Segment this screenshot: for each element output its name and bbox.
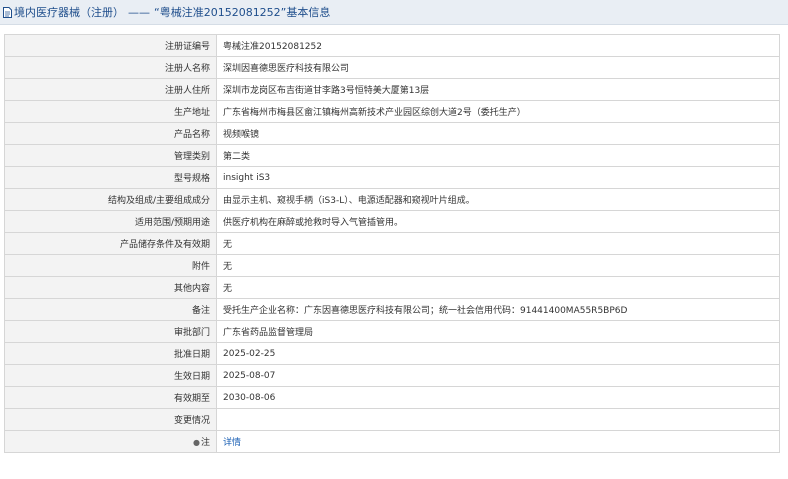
table-row: 审批部门 广东省药品监督管理局 (4, 320, 780, 343)
row-label: 产品名称 (4, 122, 217, 145)
row-value: 无 (216, 276, 780, 299)
header-separator: —— (128, 5, 150, 19)
row-label: 备注 (4, 298, 217, 321)
row-value: 视频喉镜 (216, 122, 780, 145)
row-value (216, 408, 780, 431)
header-subtitle: “粤械注准20152081252”基本信息 (154, 6, 331, 19)
row-label: 注册人名称 (4, 56, 217, 79)
table-row: 有效期至 2030-08-06 (4, 386, 780, 409)
table-row: 生效日期 2025-08-07 (4, 364, 780, 387)
table-row: 变更情况 (4, 408, 780, 431)
table-row: 管理类别 第二类 (4, 144, 780, 167)
row-label: 注册人住所 (4, 78, 217, 101)
details-link[interactable]: 详情 (223, 438, 241, 448)
row-value: 广东省梅州市梅县区畲江镇梅州高新技术产业园区综创大道2号（委托生产） (216, 100, 780, 123)
row-label: 管理类别 (4, 144, 217, 167)
row-label: 适用范围/预期用途 (4, 210, 217, 233)
table-row: 生产地址 广东省梅州市梅县区畲江镇梅州高新技术产业园区综创大道2号（委托生产） (4, 100, 780, 123)
row-label: 生产地址 (4, 100, 217, 123)
row-label: 其他内容 (4, 276, 217, 299)
row-label: 审批部门 (4, 320, 217, 343)
table-row: 型号规格 insight iS3 (4, 166, 780, 189)
row-value: 供医疗机构在麻醉或抢救时导入气管插管用。 (216, 210, 780, 233)
row-label: 有效期至 (4, 386, 217, 409)
detail-table-wrapper: 注册证编号 粤械注准20152081252 注册人名称 深圳因喜德思医疗科技有限公司注… (4, 34, 780, 453)
row-label: 型号规格 (4, 166, 217, 189)
row-value: 广东省药品监督管理局 (216, 320, 780, 343)
row-label: 注册证编号 (4, 34, 217, 57)
bulb-icon: ● (193, 438, 200, 447)
table-row: 附件无 (4, 254, 780, 277)
table-row: 批准日期 2025-02-25 (4, 342, 780, 365)
document-icon (3, 6, 12, 18)
row-value: 深圳市龙岗区布吉街道甘李路3号恒特美大厦第13层 (216, 78, 780, 101)
row-value: 2025-02-25 (216, 342, 780, 365)
page-header: 境内医疗器械（注册） —— “粤械注准20152081252”基本信息 (0, 0, 788, 25)
table-row: 其他内容无 (4, 276, 780, 299)
table-row: 产品名称 视频喉镜 (4, 122, 780, 145)
row-value: 2030-08-06 (216, 386, 780, 409)
table-row: 适用范围/预期用途 供医疗机构在麻醉或抢救时导入气管插管用。 (4, 210, 780, 233)
row-value: 受托生产企业名称：广东因喜德思医疗科技有限公司；统一社会信用代码：9144140… (216, 298, 780, 321)
row-value: 无 (216, 254, 780, 277)
header-title: 境内医疗器械（注册） (14, 6, 124, 19)
row-label: 产品储存条件及有效期 (4, 232, 217, 255)
row-value: 无 (216, 232, 780, 255)
table-row-note: ●注 详情 (4, 430, 780, 453)
detail-table: 注册证编号 粤械注准20152081252 注册人名称 深圳因喜德思医疗科技有限公司注… (4, 34, 780, 453)
table-row: 注册证编号 粤械注准20152081252 (4, 34, 780, 57)
row-label: 生效日期 (4, 364, 217, 387)
row-label: 结构及组成/主要组成成分 (4, 188, 217, 211)
note-value-cell: 详情 (216, 430, 780, 453)
note-label: 注 (200, 438, 210, 448)
row-label: 批准日期 (4, 342, 217, 365)
table-row: 备注 受托生产企业名称：广东因喜德思医疗科技有限公司；统一社会信用代码：91441… (4, 298, 780, 321)
row-value: 粤械注准20152081252 (216, 34, 780, 57)
row-value: insight iS3 (216, 166, 780, 189)
table-row: 注册人名称 深圳因喜德思医疗科技有限公司 (4, 56, 780, 79)
table-row: 注册人住所 深圳市龙岗区布吉街道甘李路3号恒特美大厦第13层 (4, 78, 780, 101)
table-row: 产品储存条件及有效期无 (4, 232, 780, 255)
table-row: 结构及组成/主要组成成分 由显示主机、窥视手柄（iS3-L）、电源适配器和窥视叶片… (4, 188, 780, 211)
row-label: 附件 (4, 254, 217, 277)
row-label: 变更情况 (4, 408, 217, 431)
row-value: 第二类 (216, 144, 780, 167)
row-value: 深圳因喜德思医疗科技有限公司 (216, 56, 780, 79)
note-label-cell: ●注 (4, 430, 217, 453)
row-value: 2025-08-07 (216, 364, 780, 387)
row-value: 由显示主机、窥视手柄（iS3-L）、电源适配器和窥视叶片组成。 (216, 188, 780, 211)
